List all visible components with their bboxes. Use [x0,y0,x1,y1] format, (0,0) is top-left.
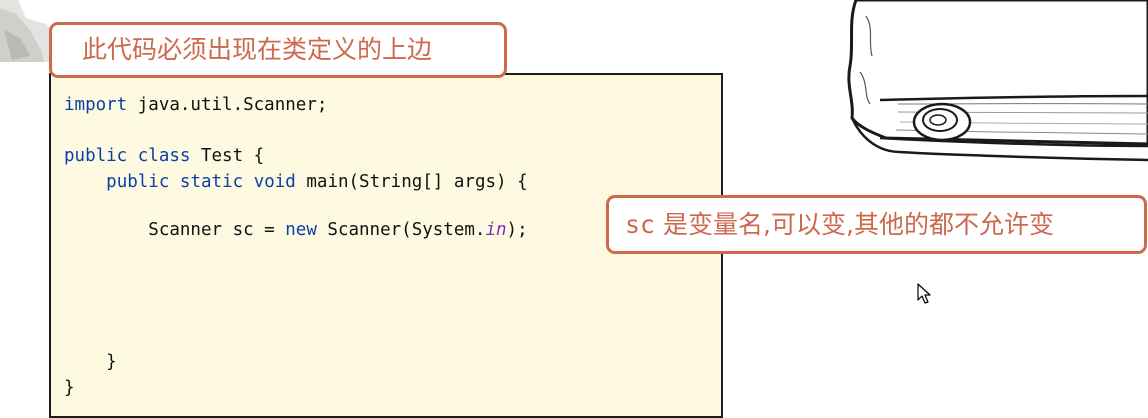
code-token: Scanner sc = [64,220,286,240]
code-token: public [106,172,170,192]
code-token: class [137,146,191,166]
code-token: ); [506,220,528,240]
code-line-scanner: Scanner sc = new Scanner(System.in); [64,219,528,241]
decorative-corner-image [0,0,52,62]
mouse-pointer-icon [917,283,931,304]
code-token: void [253,172,296,192]
code-token: Scanner(System. [316,220,486,240]
code-token: in [485,220,507,240]
code-token: } [64,352,117,372]
variable-name-callout-text: 是变量名,可以变,其他的都不允许变 [655,210,1054,239]
variable-name-callout-code: sc [625,210,656,239]
code-token: static [179,172,244,192]
code-line-method-close: } [64,351,117,373]
import-position-callout-text: 此代码必须出现在类定义的上边 [82,35,433,64]
code-token: } [64,378,75,398]
code-token: Test { [190,146,265,166]
code-line-main-method: public static void main(String[] args) { [64,171,528,193]
code-token: main(String[] args) { [295,172,528,192]
variable-name-callout: sc 是变量名,可以变,其他的都不允许变 [606,195,1147,254]
paper-scroll-illustration [847,0,1148,162]
code-line-import: import java.util.Scanner; [64,94,327,116]
code-token: import [64,95,128,115]
code-token: new [285,220,317,240]
code-token: java.util.Scanner; [127,95,328,115]
code-token: public [64,146,128,166]
code-line-class-declaration: public class Test { [64,145,264,167]
code-line-class-close: } [64,377,75,399]
import-position-callout: 此代码必须出现在类定义的上边 [49,22,507,78]
